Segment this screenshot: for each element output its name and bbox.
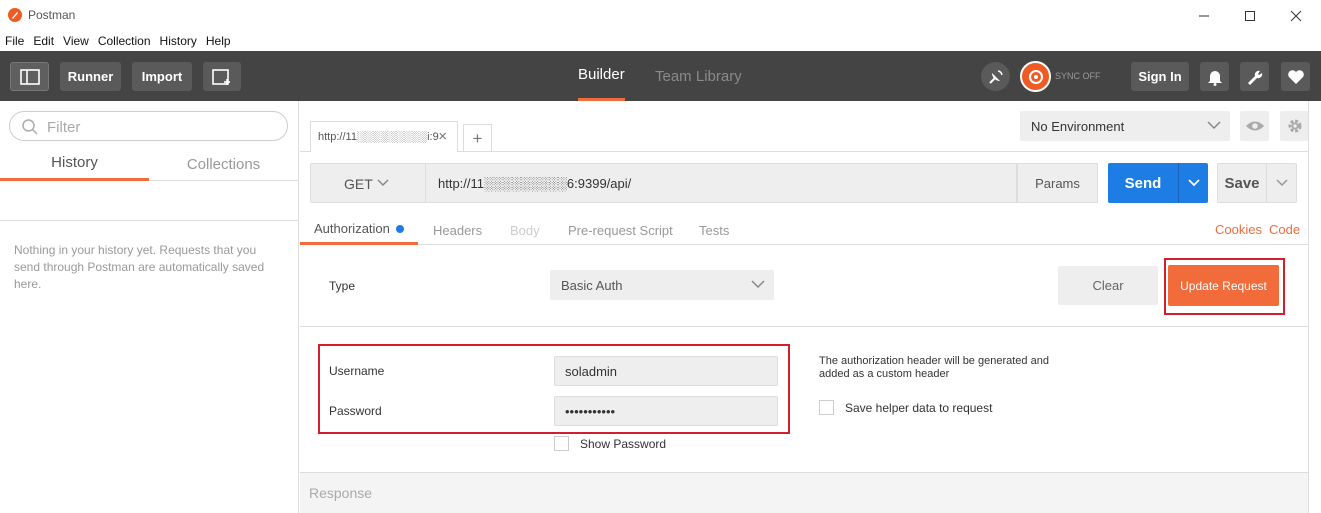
tab-authorization-label: Authorization xyxy=(314,221,390,236)
tab-pre-request-script[interactable]: Pre-request Script xyxy=(568,215,673,245)
sign-in-button[interactable]: Sign In xyxy=(1131,62,1189,91)
save-button[interactable]: Save xyxy=(1217,163,1267,203)
bell-icon xyxy=(1207,70,1222,86)
save-helper-checkbox[interactable] xyxy=(819,400,834,415)
chevron-down-icon xyxy=(377,179,389,187)
method-select[interactable]: GET xyxy=(310,163,426,203)
builder-main: http://11░░░░░░░░░i:9 × + No Environment… xyxy=(300,101,1321,513)
tab-headers[interactable]: Headers xyxy=(433,215,482,245)
search-icon xyxy=(22,119,38,135)
code-link[interactable]: Code xyxy=(1269,222,1300,237)
password-input[interactable]: ••••••••••• xyxy=(554,396,778,426)
maximize-button[interactable] xyxy=(1227,0,1273,31)
sidebar-divider xyxy=(0,220,298,221)
tab-history[interactable]: History xyxy=(0,147,149,181)
auth-info-text: The authorization header will be generat… xyxy=(819,355,1049,380)
sidebar-toggle-button[interactable] xyxy=(10,62,49,91)
auth-type-value: Basic Auth xyxy=(561,278,623,293)
show-password-checkbox[interactable] xyxy=(554,436,569,451)
save-helper-label: Save helper data to request xyxy=(845,401,993,415)
menu-file[interactable]: File xyxy=(5,34,24,48)
cookies-link[interactable]: Cookies xyxy=(1215,222,1262,237)
params-button[interactable]: Params xyxy=(1017,163,1098,203)
interceptor-button[interactable] xyxy=(981,62,1010,91)
send-button[interactable]: Send xyxy=(1108,163,1178,203)
sync-button[interactable] xyxy=(1020,61,1051,92)
minimize-button[interactable] xyxy=(1181,0,1227,31)
close-tab-icon[interactable]: × xyxy=(438,128,447,145)
import-button[interactable]: Import xyxy=(132,62,192,91)
heart-icon xyxy=(1287,69,1304,84)
menu-history[interactable]: History xyxy=(160,34,197,48)
chevron-down-icon xyxy=(751,280,765,289)
toolbar: Runner Import Builder Team Library SYNC … xyxy=(0,51,1321,101)
environment-select[interactable]: No Environment xyxy=(1020,111,1230,141)
menu-view[interactable]: View xyxy=(63,34,89,48)
show-password-label: Show Password xyxy=(580,437,667,451)
chevron-down-icon xyxy=(1275,179,1288,187)
response-label: Response xyxy=(309,485,373,501)
tab-tests[interactable]: Tests xyxy=(699,215,729,245)
new-tab-icon xyxy=(212,68,230,85)
menu-bar: File Edit View Collection History Help xyxy=(0,31,1321,51)
add-tab-button[interactable]: + xyxy=(463,124,492,152)
manage-environments-button[interactable] xyxy=(1280,111,1309,141)
auth-type-select[interactable]: Basic Auth xyxy=(550,270,774,300)
sync-status: SYNC OFF xyxy=(1055,71,1101,81)
menu-edit[interactable]: Edit xyxy=(33,34,54,48)
runner-button[interactable]: Runner xyxy=(60,62,121,91)
new-window-button[interactable] xyxy=(203,62,241,91)
tab-team-library[interactable]: Team Library xyxy=(655,51,742,101)
username-label: Username xyxy=(329,364,385,378)
update-request-button[interactable]: Update Request xyxy=(1168,265,1279,306)
type-label: Type xyxy=(329,279,356,293)
menu-collection[interactable]: Collection xyxy=(98,34,151,48)
environment-quick-look-button[interactable] xyxy=(1240,111,1269,141)
sidebar-tabs: History Collections xyxy=(0,147,298,181)
active-dot-icon xyxy=(395,224,404,233)
wrench-icon xyxy=(1247,70,1262,85)
save-dropdown-button[interactable] xyxy=(1267,163,1297,203)
tab-authorization[interactable]: Authorization xyxy=(300,215,418,245)
clear-button[interactable]: Clear xyxy=(1058,266,1158,305)
scrollbar[interactable] xyxy=(1308,101,1321,513)
send-dropdown-button[interactable] xyxy=(1178,163,1208,203)
menu-help[interactable]: Help xyxy=(206,34,231,48)
response-section: Response xyxy=(300,472,1308,513)
sidebar: Filter History Collections Nothing in yo… xyxy=(0,101,299,513)
close-button[interactable] xyxy=(1273,0,1319,31)
chevron-down-icon xyxy=(1187,179,1200,187)
chevron-down-icon xyxy=(1207,121,1221,130)
heart-button[interactable] xyxy=(1281,62,1310,91)
request-tab[interactable]: http://11░░░░░░░░░i:9 × xyxy=(310,121,458,152)
url-row: GET http://11░░░░░░░░░6:9399/api/ Params… xyxy=(300,152,1308,215)
history-empty-message: Nothing in your history yet. Requests th… xyxy=(14,243,265,291)
username-input[interactable]: soladmin xyxy=(554,356,778,386)
filter-placeholder: Filter xyxy=(47,119,81,136)
tab-builder[interactable]: Builder xyxy=(578,51,625,101)
tab-body[interactable]: Body xyxy=(510,215,540,245)
window-title: Postman xyxy=(28,8,76,22)
postman-logo-icon xyxy=(8,8,22,22)
gear-icon xyxy=(1288,119,1301,133)
sync-icon xyxy=(1028,69,1043,84)
eye-icon xyxy=(1245,121,1264,131)
environment-selected: No Environment xyxy=(1031,119,1125,134)
sidebar-toggle-icon xyxy=(19,68,40,85)
settings-button[interactable] xyxy=(1240,62,1269,91)
url-input[interactable]: http://11░░░░░░░░░6:9399/api/ xyxy=(425,163,1017,203)
filter-input[interactable]: Filter xyxy=(9,111,288,141)
request-tab-label: http://11░░░░░░░░░i:9 xyxy=(318,131,439,143)
method-value: GET xyxy=(344,176,373,192)
password-label: Password xyxy=(329,404,382,418)
title-bar: Postman — xyxy=(0,0,1321,31)
auth-type-section: Type Basic Auth Clear Update Request xyxy=(300,246,1308,327)
satellite-icon xyxy=(988,69,1003,84)
request-subtabs: Authorization Headers Body Pre-request S… xyxy=(300,215,1308,245)
tab-collections[interactable]: Collections xyxy=(149,147,298,181)
notifications-button[interactable] xyxy=(1200,62,1229,91)
